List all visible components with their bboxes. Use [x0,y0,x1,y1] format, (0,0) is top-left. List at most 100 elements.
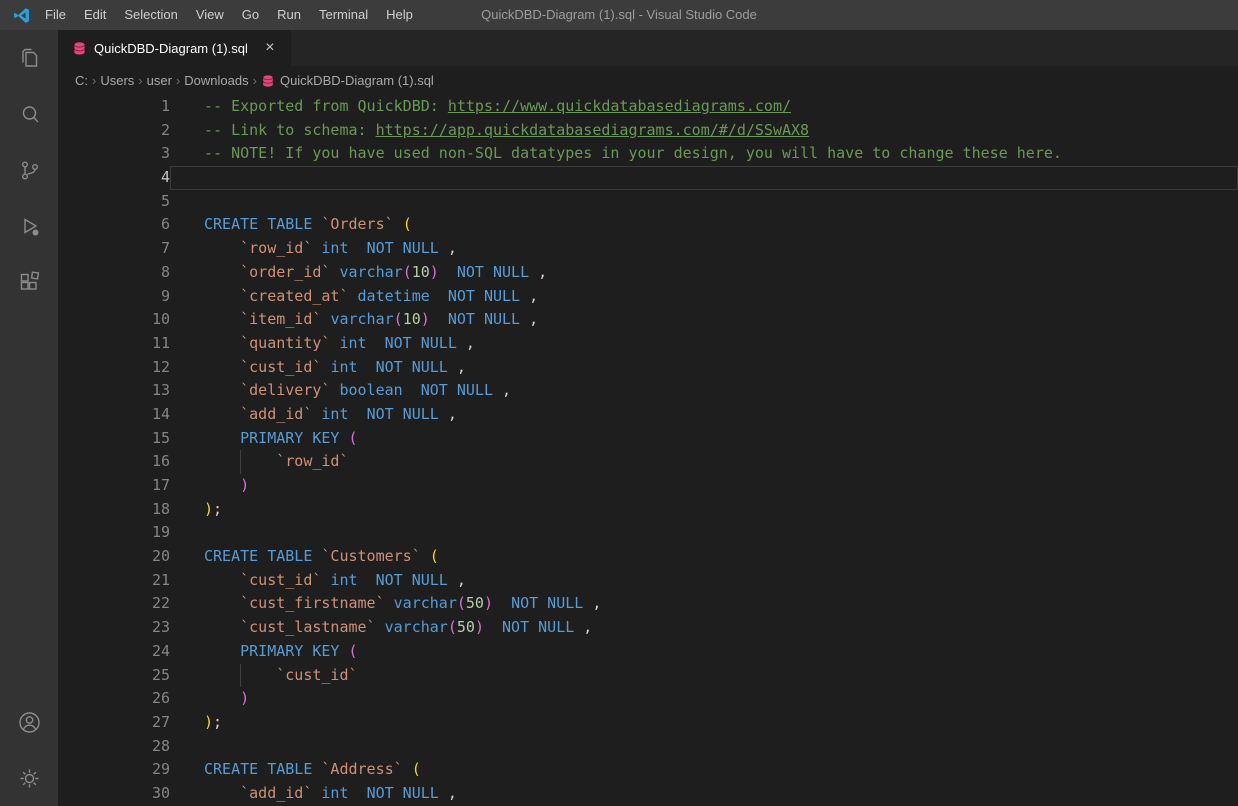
code-token: NOT NULL [447,286,521,305]
code-line[interactable]: 27); [58,711,1238,735]
code-line[interactable]: 8 `order_id` varchar(10) NOT NULL , [58,261,1238,285]
explorer-icon[interactable] [0,30,58,86]
line-number: 9 [160,286,170,305]
menu-help[interactable]: Help [377,0,422,30]
code-line[interactable]: 15 PRIMARY KEY ( [58,427,1238,451]
breadcrumb-path: C: › Users › user › Downloads › [75,73,261,88]
line-number: 16 [151,452,170,471]
code-token: CREATE TABLE [204,547,313,566]
code-token: ( [411,760,421,779]
code-token: -- Link to schema: [204,120,376,139]
code-line[interactable]: 1 -- Exported from QuickDBD: https://www.… [58,95,1238,119]
code-line[interactable]: 12 `cust_id` int NOT NULL , [58,356,1238,380]
code-text: `quantity` int NOT NULL , [170,332,1238,356]
code-token: ; [213,499,223,518]
code-line[interactable]: 6 CREATE TABLE `Orders` ( [58,213,1238,237]
code-token[interactable]: https://app.quickdatabasediagrams.com/#/… [376,121,809,139]
code-token: -- NOTE! If you have used non-SQL dataty… [204,144,1062,163]
code-line[interactable]: 19 [58,521,1238,545]
breadcrumb: C: › Users › user › Downloads › QuickDBD-Diagra… [58,66,1238,95]
menu-run[interactable]: Run [268,0,310,30]
account-icon[interactable] [0,694,58,750]
code-line[interactable]: 30 `add_id` int NOT NULL , [58,782,1238,806]
code-token: NOT NULL [384,333,457,352]
indent-guide [240,450,242,474]
breadcrumb-file-label: QuickDBD-Diagram (1).sql [279,73,434,88]
tab-quickdbd-diagram-sql[interactable]: QuickDBD-Diagram (1).sql × [58,30,292,66]
code-token: `cust_lastname` [240,618,376,637]
menu-selection[interactable]: Selection [115,0,186,30]
code-line[interactable]: 25 `cust_id` [58,663,1238,688]
breadcrumb-item[interactable]: Downloads [184,73,248,88]
breadcrumb-file[interactable]: QuickDBD-Diagram (1).sql [261,73,434,88]
settings-gear-icon[interactable] [0,750,58,806]
activity-bar [0,30,58,806]
code-line[interactable]: 4 [58,166,1238,190]
code-line[interactable]: 17 ) [58,474,1238,498]
code-line[interactable]: 5 [58,190,1238,214]
code-line[interactable]: 23 `cust_lastname` varchar(50) NOT NULL … [58,616,1238,640]
line-number: 13 [151,381,170,400]
code-line[interactable]: 21 `cust_id` int NOT NULL , [58,569,1238,593]
breadcrumb-item[interactable]: user [147,73,172,88]
code-line[interactable]: 3 -- NOTE! If you have used non-SQL datat… [58,142,1238,166]
editor-lines: 1 -- Exported from QuickDBD: https://www.… [58,95,1238,806]
code-token: ) [204,499,214,518]
code-line[interactable]: 28 [58,735,1238,759]
line-number: 19 [151,523,170,542]
code-token: NOT NULL [366,404,439,423]
menu-file[interactable]: File [36,0,75,30]
line-number: 6 [160,215,170,234]
code-line[interactable]: 10 `item_id` varchar(10) NOT NULL , [58,308,1238,332]
code-line[interactable]: 16 `row_id` [58,450,1238,474]
code-text: CREATE TABLE `Customers` ( [170,545,1238,569]
breadcrumb-item[interactable]: C: [75,73,88,88]
code-line[interactable]: 20 CREATE TABLE `Customers` ( [58,545,1238,569]
code-line[interactable]: 29 CREATE TABLE `Address` ( [58,758,1238,782]
code-line[interactable]: 9 `created_at` datetime NOT NULL , [58,285,1238,309]
code-text: `cust_id` [170,663,1238,688]
line-number: 21 [151,570,170,589]
code-line[interactable]: 11 `quantity` int NOT NULL , [58,332,1238,356]
code-text: CREATE TABLE `Address` ( [170,758,1238,782]
extensions-icon[interactable] [0,254,58,310]
code-token[interactable]: https://www.quickdatabasediagrams.com/ [448,97,791,115]
code-line[interactable]: 22 `cust_firstname` varchar(50) NOT NULL… [58,592,1238,616]
code-token: `cust_id` [240,570,322,589]
code-token: ) [420,310,430,329]
code-token: int [321,783,349,802]
run-debug-icon[interactable] [0,198,58,254]
breadcrumb-separator-icon: › [252,73,257,88]
code-token: `delivery` [240,381,331,400]
code-line[interactable]: 24 PRIMARY KEY ( [58,640,1238,664]
tab-close-icon[interactable]: × [261,39,279,57]
code-token: ) [204,712,214,731]
code-line[interactable]: 14 `add_id` int NOT NULL , [58,403,1238,427]
code-token: , [438,404,457,423]
code-token: , [583,594,602,613]
code-token: , [529,262,548,281]
code-token: `order_id` [240,262,331,281]
menu-view[interactable]: View [187,0,233,30]
code-line[interactable]: 7 `row_id` int NOT NULL , [58,237,1238,261]
editor[interactable]: 1 -- Exported from QuickDBD: https://www.… [58,95,1238,806]
code-token: varchar [384,618,448,637]
code-line[interactable]: 26 ) [58,687,1238,711]
code-line[interactable]: 2 -- Link to schema: https://app.quickdat… [58,119,1238,143]
code-line[interactable]: 18); [58,498,1238,522]
search-icon[interactable] [0,86,58,142]
code-token: ( [402,215,412,234]
source-control-icon[interactable] [0,142,58,198]
code-line[interactable]: 13 `delivery` boolean NOT NULL , [58,379,1238,403]
menu-edit[interactable]: Edit [75,0,115,30]
breadcrumb-item[interactable]: Users [100,73,134,88]
menu-go[interactable]: Go [233,0,268,30]
code-token: `created_at` [240,286,349,305]
menu-terminal[interactable]: Terminal [310,0,377,30]
